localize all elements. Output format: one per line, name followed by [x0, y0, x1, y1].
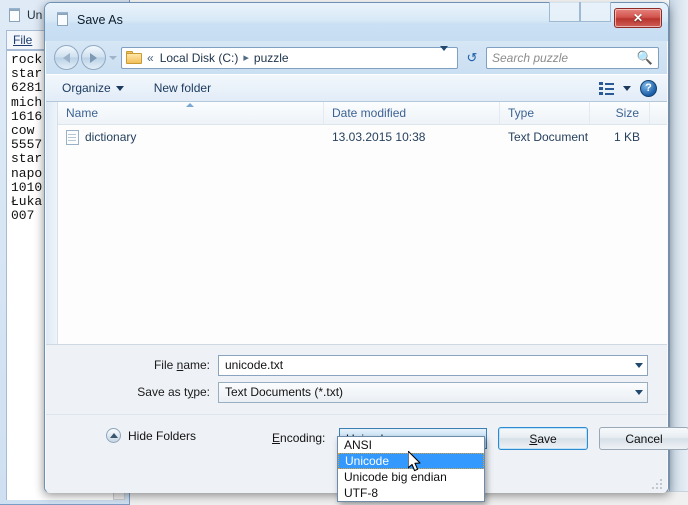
- new-folder-button[interactable]: New folder: [148, 78, 217, 98]
- list-view-icon[interactable]: [599, 81, 614, 95]
- save-as-type-label: Save as type:: [137, 385, 210, 399]
- notepad-icon: [56, 12, 70, 27]
- hide-folders-button[interactable]: Hide Folders: [106, 428, 196, 443]
- breadcrumb-separator[interactable]: ▸: [238, 51, 254, 64]
- column-header-date[interactable]: Date modified: [324, 102, 500, 124]
- chevron-down-icon: [115, 85, 124, 91]
- encoding-label: Encoding:: [272, 431, 326, 445]
- dialog-title: Save As: [77, 12, 123, 27]
- save-button[interactable]: Save: [498, 427, 588, 450]
- column-header-size[interactable]: Size: [590, 102, 650, 124]
- file-list-pane[interactable]: Name Date modified Type Size dictionary …: [58, 102, 667, 344]
- toolbar-right-group: ?: [599, 79, 657, 97]
- organize-button[interactable]: Organize: [56, 78, 130, 98]
- ghost-minimize-button: [549, 2, 580, 22]
- new-folder-label: New folder: [153, 81, 212, 95]
- column-header-name-label: Name: [66, 106, 99, 120]
- file-name-label: File name:: [153, 358, 210, 372]
- file-name-input[interactable]: unicode.txt: [218, 354, 648, 376]
- save-as-type-select[interactable]: Text Documents (*.txt): [218, 381, 648, 403]
- save-form: File name: unicode.txt Save as type: Tex…: [46, 344, 667, 415]
- dropdown-option-unicode-big-endian[interactable]: Unicode big endian: [338, 469, 484, 485]
- forward-arrow-icon: [90, 52, 97, 63]
- hide-folders-label: Hide Folders: [128, 428, 197, 443]
- file-type-cell: Text Document: [508, 130, 589, 144]
- save-as-type-value: Text Documents (*.txt): [225, 385, 344, 399]
- refresh-icon[interactable]: ↺: [461, 47, 483, 69]
- file-date-cell: 13.03.2015 10:38: [332, 130, 426, 144]
- close-icon[interactable]: ✕: [614, 8, 662, 28]
- save-as-type-chevron-down-icon[interactable]: [630, 383, 647, 402]
- notepad-title: Un: [27, 8, 43, 22]
- screen: Un File rock star 6281 mich 1616 cow 555…: [0, 0, 688, 505]
- history-dropdown-icon[interactable]: [109, 55, 117, 60]
- cancel-button[interactable]: Cancel: [599, 427, 688, 450]
- navigation-bar: « Local Disk (C:) ▸ puzzle ↺ Search puzz…: [46, 41, 667, 74]
- encoding-dropdown-list[interactable]: ANSI Unicode Unicode big endian UTF-8: [337, 436, 485, 502]
- table-row[interactable]: dictionary 13.03.2015 10:38 Text Documen…: [58, 125, 667, 149]
- forward-button[interactable]: [81, 45, 106, 70]
- ghost-maximize-button: [580, 2, 611, 22]
- search-icon: 🔍: [636, 49, 653, 65]
- resize-grip-icon[interactable]: [652, 479, 663, 490]
- breadcrumb-item-0[interactable]: Local Disk (C:): [154, 51, 239, 65]
- dropdown-option-unicode[interactable]: Unicode: [338, 453, 484, 469]
- dropdown-option-utf-8[interactable]: UTF-8: [338, 485, 484, 501]
- dialog-toolbar: Organize New folder ?: [46, 74, 667, 102]
- file-size-cell: 1 KB: [613, 130, 640, 144]
- folder-icon: [126, 50, 143, 65]
- breadcrumb-overflow[interactable]: «: [147, 51, 154, 65]
- sort-ascending-icon: [186, 103, 194, 107]
- file-rows: dictionary 13.03.2015 10:38 Text Documen…: [58, 125, 667, 344]
- back-button[interactable]: [54, 45, 79, 70]
- help-icon[interactable]: ?: [640, 79, 657, 97]
- text-document-icon: [66, 129, 79, 145]
- dropdown-option-ansi[interactable]: ANSI: [338, 437, 484, 453]
- column-header-name[interactable]: Name: [58, 102, 324, 124]
- address-dropdown-icon[interactable]: [434, 45, 454, 65]
- file-name-label: dictionary: [85, 130, 137, 144]
- column-header-type[interactable]: Type: [500, 102, 590, 124]
- address-bar[interactable]: « Local Disk (C:) ▸ puzzle: [121, 45, 458, 69]
- file-name-value: unicode.txt: [225, 358, 284, 372]
- view-chevron-down-icon[interactable]: [623, 85, 631, 91]
- notepad-icon: [8, 7, 22, 23]
- save-as-dialog: Save As ✕ « Local Disk (C:) ▸ puzzle ↺ S…: [44, 2, 688, 493]
- save-as-type-row: Save as type: Text Documents (*.txt): [46, 381, 667, 403]
- organize-label: Organize: [62, 81, 111, 95]
- menu-item-file[interactable]: File: [13, 33, 32, 47]
- back-arrow-icon: [63, 52, 70, 63]
- navigation-pane[interactable]: [46, 102, 58, 344]
- chevron-up-circle-icon: [106, 428, 121, 443]
- column-headers: Name Date modified Type Size: [58, 102, 667, 125]
- file-name-cell[interactable]: dictionary: [58, 129, 324, 145]
- file-name-row: File name: unicode.txt: [46, 354, 667, 376]
- dialog-body: Name Date modified Type Size dictionary …: [46, 102, 667, 344]
- search-box[interactable]: Search puzzle 🔍: [486, 46, 659, 69]
- dialog-titlebar[interactable]: Save As: [56, 12, 123, 27]
- search-input[interactable]: Search puzzle: [492, 51, 637, 65]
- file-name-chevron-down-icon[interactable]: [630, 356, 647, 375]
- breadcrumb-item-1[interactable]: puzzle: [254, 51, 289, 65]
